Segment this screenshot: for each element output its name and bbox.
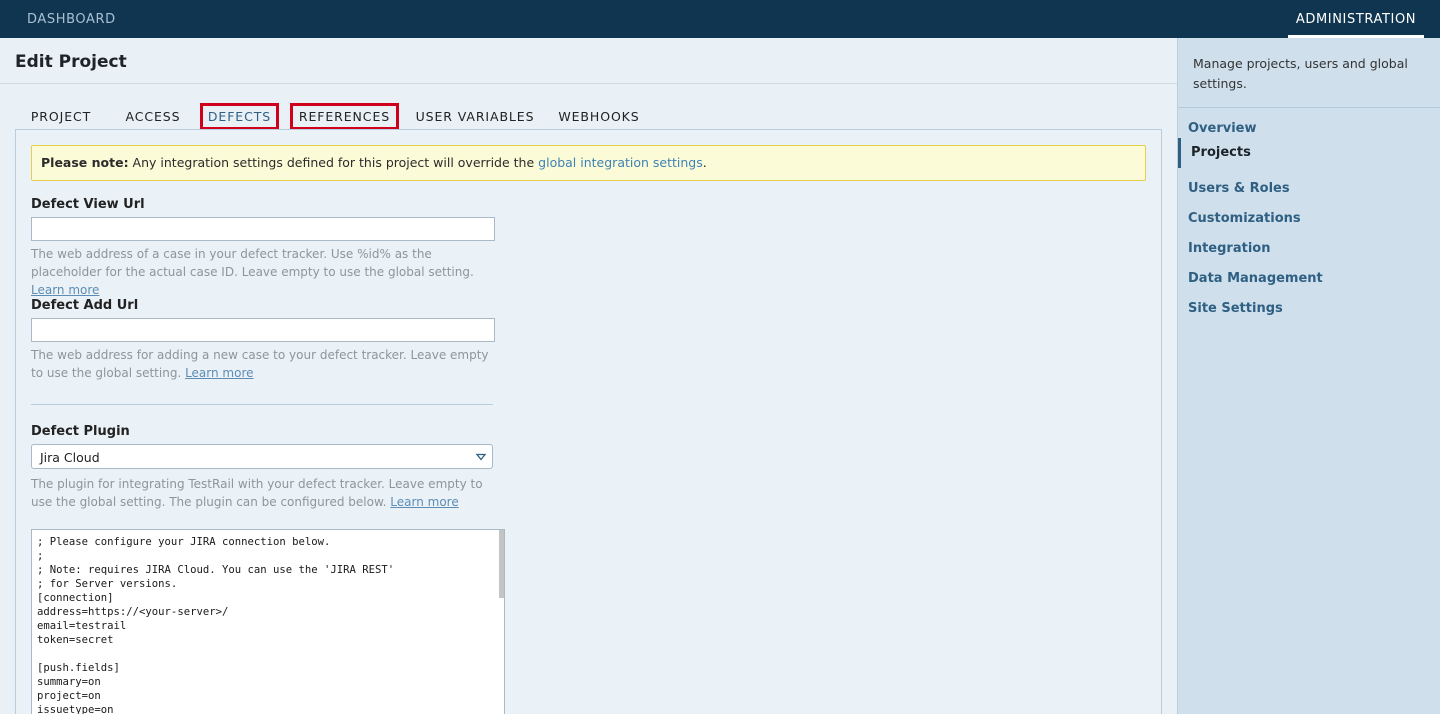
note-prefix: Please note: bbox=[41, 155, 129, 170]
sidebar-item-users-roles[interactable]: Users & Roles bbox=[1178, 175, 1440, 203]
note-suffix: . bbox=[702, 155, 707, 170]
plugin-configuration-text: ; Please configure your JIRA connection … bbox=[37, 536, 395, 714]
sidebar-item-customizations[interactable]: Customizations bbox=[1178, 205, 1440, 233]
administration-sidebar: Manage projects, users and global settin… bbox=[1177, 38, 1440, 714]
tab-references[interactable]: REFERENCES bbox=[290, 103, 399, 130]
sidebar-item-integration[interactable]: Integration bbox=[1178, 235, 1440, 263]
defect-add-url-help-text: The web address for adding a new case to… bbox=[31, 348, 489, 380]
note-text: Any integration settings defined for thi… bbox=[128, 155, 539, 170]
chevron-down-icon bbox=[475, 453, 487, 461]
defect-add-url-label: Defect Add Url bbox=[31, 298, 139, 313]
defect-add-url-learn-more-link[interactable]: Learn more bbox=[185, 366, 253, 380]
nav-administration-link[interactable]: ADMINISTRATION bbox=[1288, 0, 1424, 38]
defect-view-url-learn-more-link[interactable]: Learn more bbox=[31, 283, 99, 297]
project-tabs: PROJECT ACCESS DEFECTS REFERENCES USER V… bbox=[15, 103, 1162, 130]
title-divider bbox=[0, 83, 1177, 84]
sidebar-item-projects[interactable]: Projects bbox=[1178, 138, 1440, 168]
main-content: Edit Project PROJECT ACCESS DEFECTS REFE… bbox=[0, 38, 1177, 714]
integration-note: Please note: Any integration settings de… bbox=[31, 145, 1146, 181]
sidebar-item-site-settings[interactable]: Site Settings bbox=[1178, 295, 1440, 323]
defect-plugin-learn-more-link[interactable]: Learn more bbox=[390, 495, 458, 509]
top-navigation-bar: DASHBOARD ADMINISTRATION bbox=[0, 0, 1440, 38]
sidebar-divider bbox=[1178, 107, 1440, 108]
defect-view-url-help: The web address of a case in your defect… bbox=[31, 245, 501, 299]
textarea-scrollbar[interactable] bbox=[499, 530, 504, 598]
defect-add-url-help: The web address for adding a new case to… bbox=[31, 346, 501, 382]
section-divider bbox=[31, 404, 493, 405]
defect-plugin-label: Defect Plugin bbox=[31, 424, 130, 439]
defect-plugin-selected-value: Jira Cloud bbox=[40, 450, 100, 465]
nav-dashboard-link[interactable]: DASHBOARD bbox=[27, 12, 116, 27]
defects-settings-panel: Please note: Any integration settings de… bbox=[15, 129, 1162, 714]
tab-access[interactable]: ACCESS bbox=[118, 103, 188, 130]
defect-view-url-input[interactable] bbox=[31, 217, 495, 241]
plugin-configuration-textarea[interactable]: ; Please configure your JIRA connection … bbox=[31, 529, 505, 714]
tab-defects[interactable]: DEFECTS bbox=[200, 103, 279, 130]
defect-view-url-label: Defect View Url bbox=[31, 197, 145, 212]
defect-plugin-select[interactable]: Jira Cloud bbox=[31, 444, 493, 469]
defect-plugin-help: The plugin for integrating TestRail with… bbox=[31, 475, 501, 511]
page-title: Edit Project bbox=[15, 52, 127, 72]
tab-project[interactable]: PROJECT bbox=[25, 103, 97, 130]
tab-webhooks[interactable]: WEBHOOKS bbox=[555, 103, 643, 130]
sidebar-item-data-management[interactable]: Data Management bbox=[1178, 265, 1440, 293]
defect-view-url-help-text: The web address of a case in your defect… bbox=[31, 247, 474, 279]
sidebar-description: Manage projects, users and global settin… bbox=[1193, 56, 1408, 91]
global-integration-settings-link[interactable]: global integration settings bbox=[538, 155, 703, 170]
tab-user-variables[interactable]: USER VARIABLES bbox=[412, 103, 538, 130]
defect-add-url-input[interactable] bbox=[31, 318, 495, 342]
